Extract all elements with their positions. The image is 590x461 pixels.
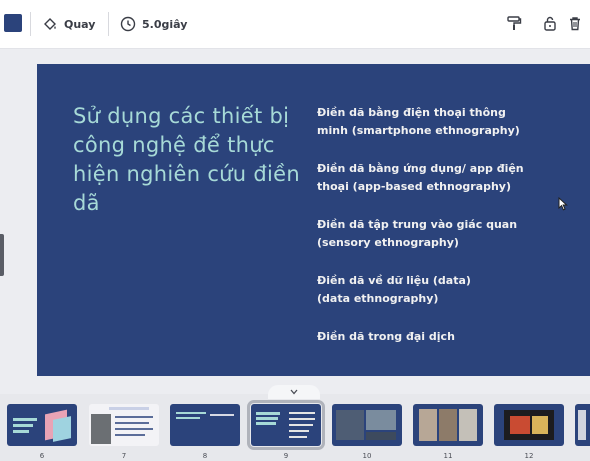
transition-button[interactable]: Quay <box>42 13 95 35</box>
background-color-swatch[interactable] <box>4 14 22 32</box>
bullet-item: Điền dã trong đại dịch <box>317 330 455 343</box>
clock-icon <box>120 16 136 32</box>
page-thumbnail[interactable]: 8 <box>170 404 240 460</box>
page-thumbnail[interactable]: 12 <box>494 404 564 460</box>
thumbnail-image <box>247 400 325 450</box>
chevron-down-icon <box>290 389 298 395</box>
page-thumbnail[interactable]: 7 <box>89 404 159 460</box>
page-thumbnail[interactable]: 10 <box>332 404 402 460</box>
panel-resize-handle[interactable] <box>0 234 4 276</box>
bullet-item: Điền dã về dữ liệu (data) (data ethnogra… <box>317 274 471 305</box>
trash-icon <box>570 17 580 31</box>
page-number: 9 <box>283 452 289 460</box>
page-number: 10 <box>362 452 372 460</box>
paint-roller-button[interactable] <box>505 14 523 32</box>
thumbnail-image <box>494 404 564 446</box>
page-thumbnail[interactable]: 6 <box>7 404 77 460</box>
page-number: 12 <box>524 452 534 460</box>
lock-button[interactable] <box>541 14 559 32</box>
thumbnail-image <box>170 404 240 446</box>
bullet-list[interactable]: Điền dã bằng điện thoại thông minh (smar… <box>317 104 567 366</box>
thumbnail-image <box>332 404 402 446</box>
slide-title[interactable]: Sử dụng các thiết bị công nghệ để thực h… <box>73 102 303 218</box>
thumbnail-image <box>413 404 483 446</box>
delete-button[interactable] <box>566 14 584 32</box>
thumbnail-image <box>7 404 77 446</box>
paint-roller-icon <box>507 16 522 30</box>
bullet-item: Điền dã bằng điện thoại thông minh (smar… <box>317 106 520 137</box>
thumbnail-image <box>575 404 590 446</box>
thumbnail-image <box>89 404 159 446</box>
lock-icon <box>544 16 556 31</box>
mouse-cursor-icon <box>558 197 568 211</box>
toolbar-divider <box>108 12 109 36</box>
page-number: 6 <box>39 452 45 460</box>
page-number: 8 <box>202 452 208 460</box>
transition-label: Quay <box>64 17 96 31</box>
page-number: 11 <box>443 452 453 460</box>
page-thumbnail[interactable]: 11 <box>413 404 483 460</box>
slide-canvas[interactable]: Sử dụng các thiết bị công nghệ để thực h… <box>37 64 590 376</box>
page-number: 7 <box>121 452 127 460</box>
toolbar: Quay 5.0giây <box>0 0 590 49</box>
duration-button[interactable]: 5.0giây <box>120 13 187 35</box>
page-thumbnail[interactable] <box>575 404 590 446</box>
bullet-item: Điền dã tập trung vào giác quan (sensory… <box>317 218 518 249</box>
toolbar-divider <box>30 12 31 36</box>
bullet-item: Điền dã bằng ứng dụng/ app điện thoại (a… <box>317 162 524 193</box>
page-thumbnail-selected[interactable]: 9 <box>247 400 325 460</box>
collapse-filmstrip-button[interactable] <box>268 385 320 399</box>
duration-label: 5.0giây <box>142 17 188 31</box>
fill-drop-icon <box>44 18 56 30</box>
